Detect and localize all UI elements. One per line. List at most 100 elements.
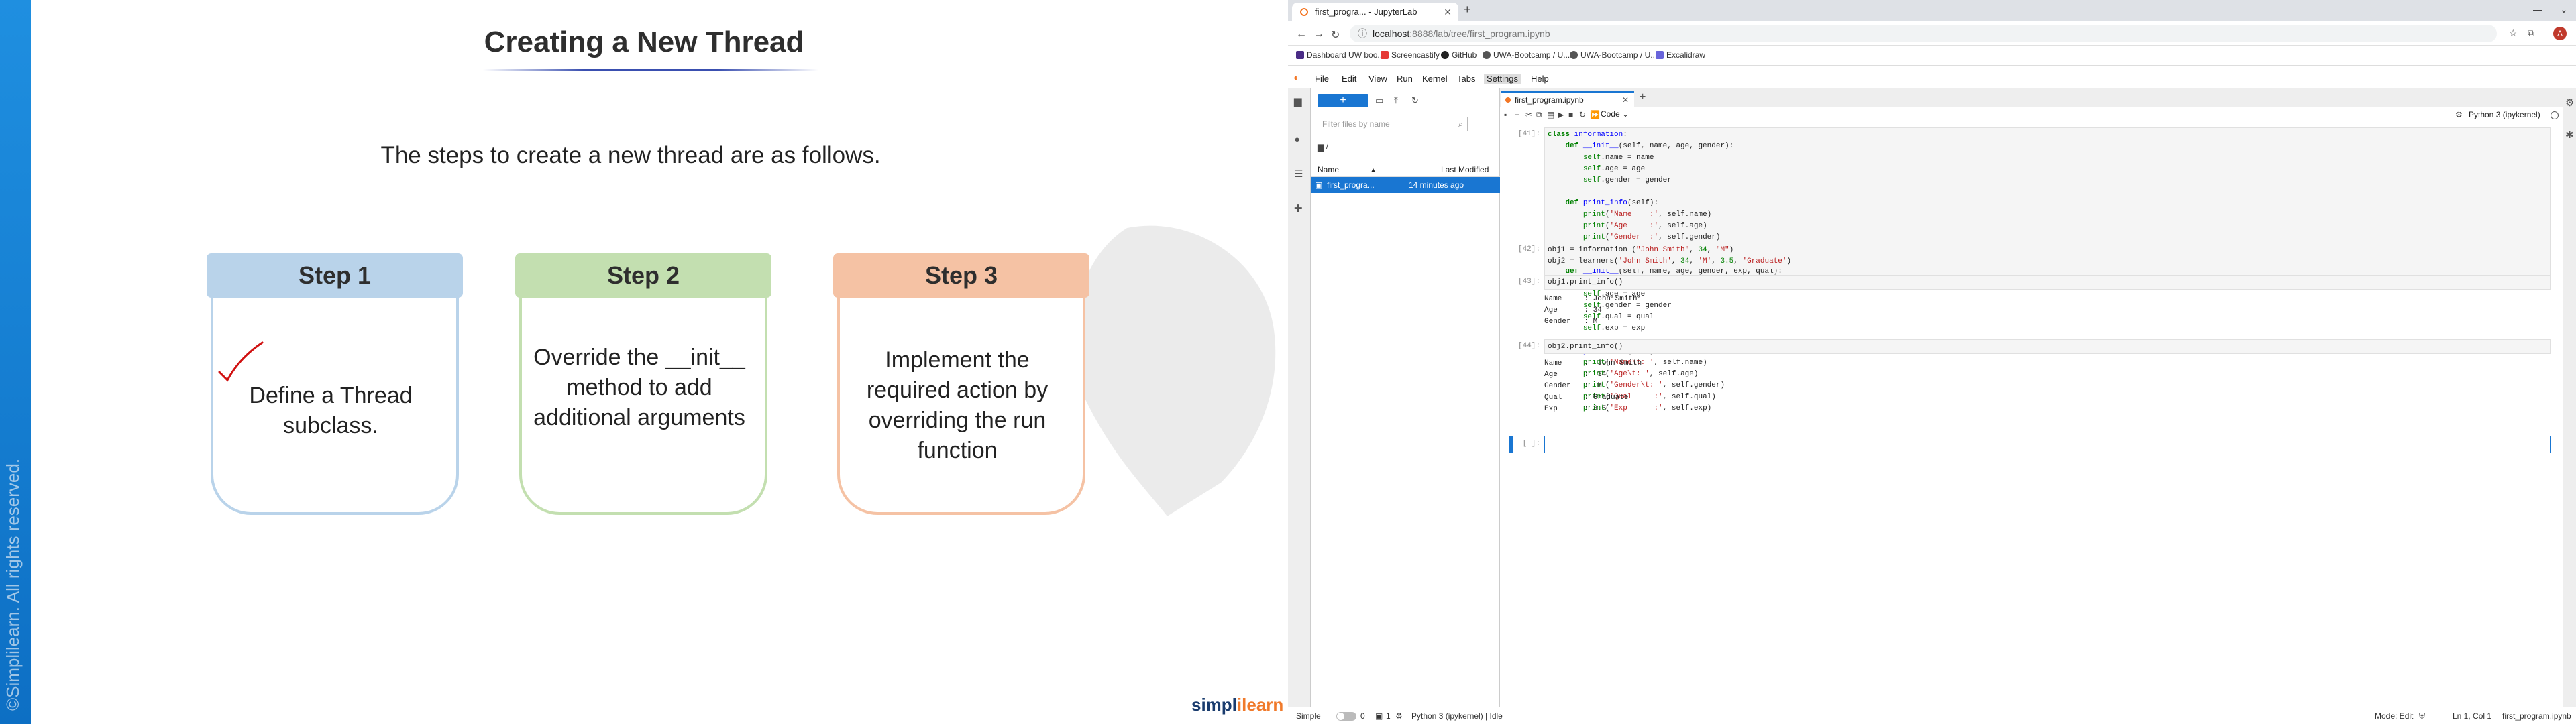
code-editor[interactable] (1544, 436, 2551, 453)
cell-prompt: [44]: (1517, 342, 1540, 350)
step-card-3: Step 3 Implement the required action by … (833, 253, 1089, 530)
column-last-modified[interactable]: Last Modified (1441, 165, 1489, 174)
menu-run[interactable]: Run (1397, 74, 1413, 84)
minimize-icon[interactable]: — (2533, 4, 2542, 15)
bookmark-item[interactable]: Dashboard UW boo... (1296, 50, 1384, 60)
simple-mode-toggle[interactable] (1336, 712, 1356, 721)
step-card-1: Step 1 Define a Thread subclass. (207, 253, 463, 530)
code-editor[interactable]: obj1.print_info() (1544, 275, 2551, 290)
file-row[interactable]: ▣ first_progra... 14 minutes ago (1311, 177, 1500, 193)
menu-help[interactable]: Help (1531, 74, 1549, 84)
url-field[interactable]: ⓘ localhost:8888/lab/tree/first_program.… (1350, 25, 2497, 42)
copyright-text: ©Simplilearn. All rights reserved. (3, 458, 23, 711)
cell-type-select[interactable]: Code ⌄ (1601, 109, 1654, 121)
debugger-icon[interactable]: ✱ (2565, 129, 2574, 141)
upload-icon[interactable]: ⤒ (1394, 95, 1398, 106)
menu-view[interactable]: View (1368, 74, 1387, 84)
bookmarks-bar: Dashboard UW boo... Screencastify GitHub… (1288, 46, 2576, 66)
title-underline (483, 69, 818, 71)
code-editor[interactable]: obj2.print_info() (1544, 339, 2551, 354)
cut-icon[interactable]: ✂ (1525, 110, 1532, 119)
stop-icon[interactable]: ■ (1568, 110, 1573, 119)
new-launcher-button[interactable]: + (1318, 94, 1368, 107)
folder-icon[interactable]: ▆ (1294, 95, 1302, 107)
paste-icon[interactable]: ▤ (1547, 110, 1554, 119)
new-folder-icon[interactable]: ▭ (1375, 95, 1383, 106)
bookmark-item[interactable]: UWA-Bootcamp / U... (1483, 50, 1570, 60)
cell-prompt: [41]: (1517, 130, 1540, 138)
profile-avatar[interactable]: A (2553, 27, 2567, 40)
new-tab-icon[interactable]: + (1464, 3, 1471, 17)
logo-part-b: ilearn (1236, 695, 1284, 715)
running-icon[interactable]: ● (1294, 134, 1300, 145)
tab-title: first_progra... - JupyterLab (1315, 7, 1417, 17)
bookmark-item[interactable]: Excalidraw (1656, 50, 1705, 60)
notebook-area: first_program.ipynb ✕ + ▪ + ✂ ⧉ ▤ ▶ ■ ↻ … (1500, 88, 2576, 707)
step-header: Step 2 (515, 253, 771, 298)
save-icon[interactable]: ▪ (1504, 110, 1507, 119)
url-host: localhost (1373, 28, 1410, 39)
site-info-icon[interactable]: ⓘ (1358, 25, 1367, 42)
kernel-status[interactable]: Python 3 (ipykernel) | Idle (1411, 711, 1503, 721)
notebook-icon: ▣ (1315, 180, 1323, 190)
notebook-cells: [41]: class information: def __init__(se… (1500, 123, 2563, 707)
notebook-tab-bar: first_program.ipynb ✕ + (1500, 88, 2576, 107)
copy-icon[interactable]: ⧉ (1536, 110, 1542, 120)
forward-icon[interactable]: → (1313, 28, 1324, 40)
window-menu-icon[interactable]: ⌄ (2560, 4, 2568, 15)
notebook-tab[interactable]: first_program.ipynb ✕ (1501, 91, 1634, 107)
close-icon[interactable]: ✕ (1622, 93, 1629, 107)
step-header: Step 1 (207, 253, 463, 298)
kernels-count[interactable]: 1 (1386, 711, 1391, 721)
step-text: Implement the required action by overrid… (866, 347, 1049, 463)
bookmark-item[interactable]: UWA-Bootcamp / U... (1570, 50, 1657, 60)
kernel-status-icon (2551, 111, 2559, 119)
extension-icon[interactable]: ✚ (1294, 202, 1303, 215)
menu-settings[interactable]: Settings (1484, 74, 1521, 84)
restart-icon[interactable]: ↻ (1579, 110, 1586, 119)
bookmark-label: UWA-Bootcamp / U... (1580, 50, 1658, 60)
menu-tabs[interactable]: Tabs (1457, 74, 1475, 84)
code-editor[interactable]: obj1 = information ("John Smith", 34, "M… (1544, 243, 2551, 269)
trusted-icon[interactable]: ⛨ (2419, 711, 2425, 721)
cursor-position[interactable]: Ln 1, Col 1 (2453, 711, 2491, 721)
bookmark-item[interactable]: Screencastify (1381, 50, 1440, 60)
star-icon[interactable]: ☆ (2509, 27, 2518, 39)
filter-files-input[interactable]: Filter files by name ⌕ (1318, 117, 1468, 131)
jupyter-menu-bar: ◐ File Edit View Run Kernel Tabs Setting… (1288, 70, 2576, 88)
file-list-header: Name ▴ Last Modified (1311, 162, 1500, 177)
bookmark-label: Dashboard UW boo... (1307, 50, 1385, 60)
back-icon[interactable]: ← (1296, 28, 1307, 40)
bookmark-label: GitHub (1452, 50, 1477, 60)
jupyter-favicon-icon (1300, 8, 1308, 16)
menu-file[interactable]: File (1315, 74, 1329, 84)
insert-cell-icon[interactable]: + (1515, 110, 1519, 119)
kernel-settings-icon[interactable]: ⚙ (2455, 110, 2463, 119)
cell-prompt: [43]: (1517, 278, 1540, 286)
property-inspector-icon[interactable]: ⚙ (2565, 97, 2574, 109)
restart-run-icon[interactable]: ⏩ (1590, 110, 1600, 119)
bookmark-item[interactable]: GitHub (1441, 50, 1477, 60)
browser-tab-bar: first_progra... - JupyterLab ✕ + — ⌄ (1288, 0, 2576, 21)
close-tab-icon[interactable]: ✕ (1444, 3, 1452, 21)
run-icon[interactable]: ▶ (1558, 110, 1564, 119)
breadcrumb[interactable]: ▆ / (1318, 142, 1328, 152)
column-name[interactable]: Name (1318, 165, 1339, 174)
new-tab-icon[interactable]: + (1640, 91, 1646, 103)
menu-edit[interactable]: Edit (1342, 74, 1356, 84)
extensions-icon[interactable]: ⧉ (2528, 27, 2534, 39)
breadcrumb-root: / (1326, 142, 1328, 152)
terminals-count[interactable]: 0 (1360, 711, 1365, 721)
reload-icon[interactable]: ↻ (1331, 28, 1340, 42)
toc-icon[interactable]: ☰ (1294, 168, 1303, 180)
bookmark-label: Screencastify (1391, 50, 1440, 60)
refresh-icon[interactable]: ↻ (1411, 95, 1419, 106)
logo-part-a: simpl (1191, 695, 1237, 715)
browser-tab[interactable]: first_progra... - JupyterLab ✕ (1292, 3, 1458, 21)
kernel-gear-icon: ⚙ (1395, 711, 1403, 721)
kernel-name[interactable]: Python 3 (ipykernel) (2469, 110, 2540, 119)
cell-type-value: Code (1601, 109, 1620, 119)
terminal-icon: ▣ (1375, 711, 1383, 721)
menu-kernel[interactable]: Kernel (1422, 74, 1448, 84)
folder-icon: ▆ (1318, 142, 1326, 152)
